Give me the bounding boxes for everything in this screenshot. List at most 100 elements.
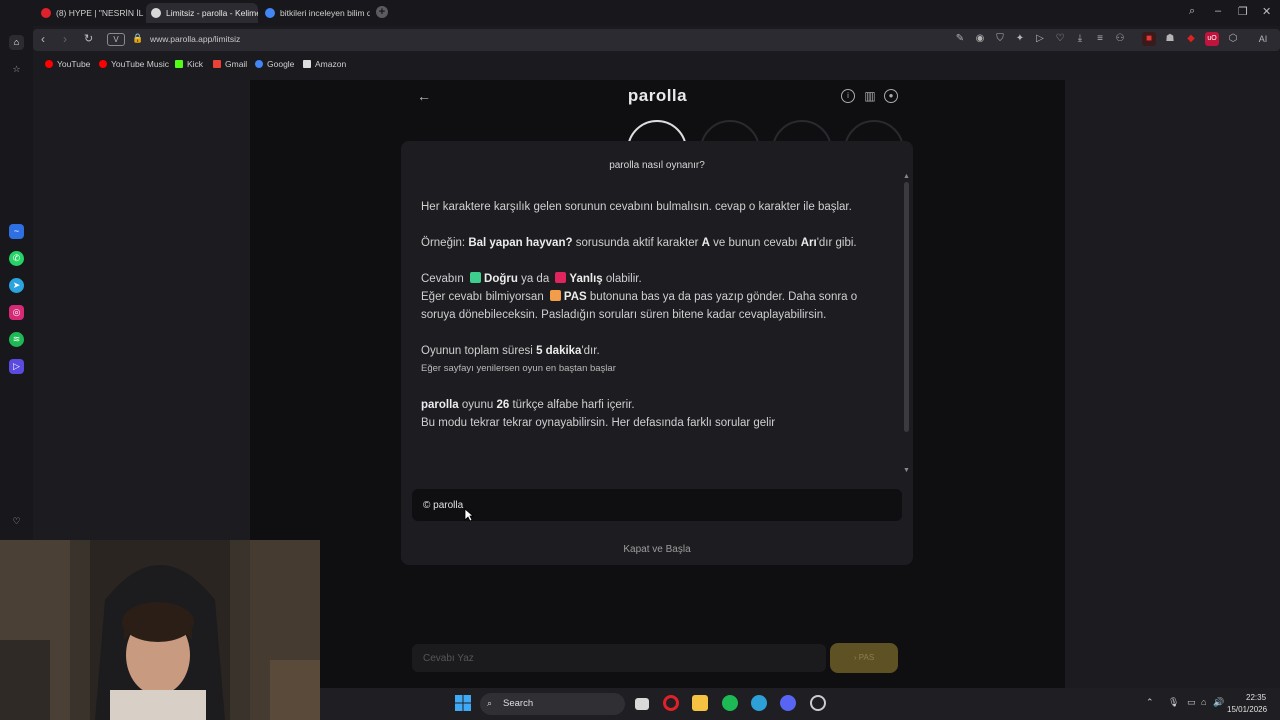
extension-c-icon[interactable]: ◆	[1184, 32, 1198, 46]
example-mid: sorusunda aktif karakter	[572, 237, 702, 249]
edit-icon[interactable]: ✎	[953, 32, 967, 46]
menu-icon[interactable]: ≡	[1093, 32, 1107, 46]
play-icon[interactable]: ▷	[1033, 32, 1047, 46]
opera-icon[interactable]	[663, 695, 679, 711]
volume-icon[interactable]: 🔊	[1213, 697, 1224, 708]
modal-title: parolla nasıl oynanır?	[609, 160, 705, 171]
youtube-icon	[41, 8, 51, 18]
answer-input[interactable]	[412, 644, 826, 672]
spotify-icon[interactable]: ≋	[9, 332, 24, 347]
bookmark-kick[interactable]: Kick	[175, 59, 203, 69]
lock-icon[interactable]: 🔒	[132, 33, 143, 44]
telegram-icon[interactable]: ➤	[9, 278, 24, 293]
correct-label: Doğru	[484, 273, 518, 285]
cube-icon[interactable]: ⬡	[1226, 32, 1240, 46]
file-explorer-icon[interactable]	[692, 695, 708, 711]
time-text: Oyunun toplam süresi 5 dakika'dır. Eğer …	[421, 342, 886, 378]
reload-button[interactable]: ↻	[84, 32, 93, 45]
url-field[interactable]: www.parolla.app/limitsiz	[150, 34, 240, 44]
tab-parolla[interactable]: Limitsiz - parolla - Kelime	[146, 3, 258, 23]
minimize-button[interactable]: –	[1215, 5, 1221, 17]
whatsapp-icon[interactable]: ✆	[9, 251, 24, 266]
chevron-up-icon[interactable]: ⌃	[1146, 697, 1154, 708]
app-icon[interactable]	[810, 695, 826, 711]
scroll-up-icon[interactable]: ▲	[903, 173, 910, 180]
wrong-square-icon	[555, 272, 567, 283]
task-view-icon[interactable]	[635, 698, 649, 710]
aria-ai-button[interactable]: AI	[1251, 32, 1275, 46]
shield-icon[interactable]: ⛉	[993, 32, 1007, 46]
rules-text: Cevabın Doğru ya da Yanlış olabilir. Eğe…	[421, 270, 886, 324]
bookmark-label: YouTube Music	[111, 59, 169, 69]
new-tab-button[interactable]: +	[376, 6, 388, 18]
extensions-icon[interactable]: ✦	[1013, 32, 1027, 46]
discord-icon[interactable]	[780, 695, 796, 711]
tab-search-icon[interactable]: ⌕	[1189, 5, 1195, 18]
profile-icon[interactable]: ●	[884, 89, 898, 103]
google-icon	[265, 8, 275, 18]
windows-start-icon[interactable]	[455, 695, 471, 711]
instagram-icon[interactable]: ◎	[9, 305, 24, 320]
wrong-label: Yanlış	[569, 273, 603, 285]
extension-b-icon[interactable]: ☗	[1163, 32, 1177, 46]
vpn-badge[interactable]: V	[107, 33, 125, 46]
bookmark-gmail[interactable]: Gmail	[213, 59, 247, 69]
bookmark-label: YouTube	[57, 59, 91, 69]
example-letter: A	[701, 237, 710, 249]
bookmark-youtube-music[interactable]: YouTube Music	[99, 59, 169, 69]
bookmark-label: Gmail	[225, 59, 248, 69]
letters-brand: parolla	[421, 399, 459, 411]
heart-icon[interactable]: ♡	[9, 514, 24, 529]
clock-date[interactable]: 15/01/2026	[1227, 705, 1267, 714]
pas-button[interactable]: › PAS	[830, 643, 898, 673]
player-icon[interactable]: ▷	[9, 359, 24, 374]
taskbar-search-label: Search	[503, 698, 534, 709]
answer-placeholder: Cevabı Yaz	[423, 653, 474, 664]
close-and-start-button[interactable]: Kapat ve Başla	[401, 544, 913, 555]
microphone-icon[interactable]: 🎙	[1168, 697, 1179, 708]
bookmark-youtube[interactable]: YouTube	[45, 59, 90, 69]
example-question: Bal yapan hayvan?	[468, 237, 573, 249]
close-window-button[interactable]: ✕	[1262, 5, 1271, 18]
time-prefix: Oyunun toplam süresi	[421, 345, 537, 357]
home-icon[interactable]: ⌂	[9, 35, 24, 50]
refresh-note: Eğer sayfayı yenilersen oyun en baştan b…	[421, 363, 616, 374]
edge-icon[interactable]	[751, 695, 767, 711]
pass-square-icon	[549, 290, 561, 301]
camera-icon[interactable]: ◉	[973, 32, 987, 46]
back-arrow-icon[interactable]: ←	[417, 88, 431, 104]
stats-icon[interactable]: ▥	[863, 89, 877, 103]
taskbar-search[interactable]	[480, 693, 625, 715]
kick-icon	[175, 60, 183, 68]
download-icon[interactable]: ⤓	[1073, 32, 1087, 46]
modal-scrollbar[interactable]	[904, 182, 909, 432]
network-icon[interactable]: ⌂	[1201, 697, 1206, 707]
bookmark-google[interactable]: Google	[255, 59, 294, 69]
bookmark-amazon[interactable]: Amazon	[303, 59, 346, 69]
letters-count: 26	[496, 399, 510, 411]
modal-body: Her karaktere karşılık gelen sorunun cev…	[421, 198, 886, 432]
profile-icon[interactable]: ⚇	[1113, 32, 1127, 46]
star-icon[interactable]: ☆	[9, 62, 24, 77]
ublock-icon[interactable]: uO	[1205, 32, 1219, 46]
messenger-icon[interactable]: ~	[9, 224, 24, 239]
restore-button[interactable]: ❐	[1238, 5, 1248, 18]
display-icon[interactable]: ▭	[1187, 697, 1196, 708]
spotify-icon[interactable]	[722, 695, 738, 711]
tab-youtube-hype[interactable]: (8) HYPE | "NESRİN İLE PAS	[36, 3, 144, 23]
pass-prefix: Eğer cevabı bilmiyorsan	[421, 291, 547, 303]
modal-footer-bar	[412, 489, 902, 521]
forward-button[interactable]: ›	[63, 32, 67, 46]
heart-icon[interactable]: ♡	[1053, 32, 1067, 46]
bookmark-label: Kick	[187, 59, 204, 69]
search-icon: ⌕	[487, 698, 493, 708]
extension-a-icon[interactable]: ■	[1142, 32, 1156, 46]
youtube-icon	[45, 60, 53, 68]
scroll-down-icon[interactable]: ▼	[903, 467, 910, 474]
example-text: Örneğin: Bal yapan hayvan? sorusunda akt…	[421, 234, 886, 252]
clock-time[interactable]: 22:35	[1246, 693, 1266, 702]
tab-google-search[interactable]: bitkileri inceleyen bilim da	[260, 3, 370, 23]
back-button[interactable]: ‹	[41, 32, 45, 46]
info-icon[interactable]: i	[841, 89, 855, 103]
correct-square-icon	[470, 272, 482, 283]
